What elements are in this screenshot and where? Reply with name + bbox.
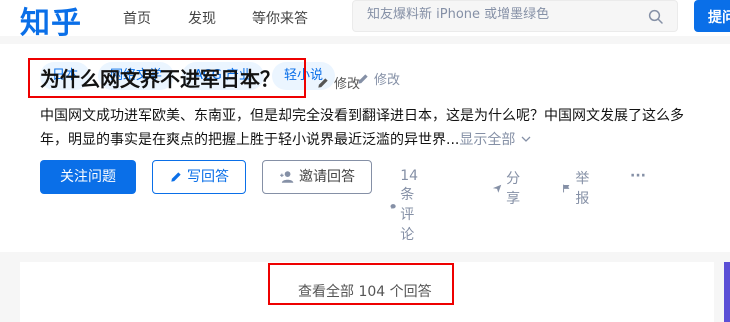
share-label: 分享 (506, 171, 521, 207)
comment-icon (390, 203, 396, 209)
flag-icon (563, 184, 570, 192)
nav-waiting-answers[interactable]: 等你来答 (252, 8, 308, 28)
comments-button[interactable]: 14 条评论 (390, 168, 427, 244)
more-options-button[interactable]: ··· (630, 168, 646, 184)
edit-title-label: 修改 (334, 77, 361, 92)
comments-label: 14 条评论 (400, 168, 419, 243)
show-all-label: 显示全部 (459, 132, 516, 148)
report-label: 举报 (575, 171, 590, 207)
nav-explore[interactable]: 发现 (188, 8, 216, 28)
edit-topics-label: 修改 (374, 73, 401, 88)
ask-question-button[interactable]: 提问 (694, 0, 730, 32)
share-icon (492, 184, 502, 193)
report-button[interactable]: 举报 (562, 168, 594, 208)
share-button[interactable]: 分享 (492, 168, 525, 208)
question-title: 为什么网文界不进军日本？ (40, 67, 280, 91)
invite-answer-button[interactable]: 邀请回答 (262, 160, 372, 194)
nav-home[interactable]: 首页 (123, 8, 151, 28)
invite-answer-label: 邀请回答 (299, 169, 355, 185)
description-text: 中国网文成功进军欧美、东南亚，但是却完全没看到翻译进日本，这是为什么呢？中国网文… (40, 108, 684, 148)
search-icon[interactable] (647, 8, 665, 26)
write-answer-label: 写回答 (187, 169, 229, 185)
pencil-icon (171, 172, 181, 182)
question-description: 中国网文成功进军欧美、东南亚，但是却完全没看到翻译进日本，这是为什么呢？中国网文… (40, 104, 710, 152)
write-answer-button[interactable]: 写回答 (152, 160, 246, 194)
follow-question-button[interactable]: 关注问题 (40, 160, 136, 194)
sidebar-card-edge (724, 262, 730, 322)
show-all-button[interactable]: 显示全部 (459, 132, 531, 148)
search-box (352, 0, 678, 32)
view-all-answers-link[interactable]: 查看全部 104 个回答 (298, 281, 432, 301)
edit-title-button[interactable]: 修改 (316, 73, 360, 92)
chevron-down-icon (521, 136, 531, 142)
top-navigation-bar: 知乎 首页 发现 等你来答 提问 (0, 0, 730, 41)
edit-topics-button[interactable]: 修改 (356, 69, 400, 88)
search-input[interactable] (367, 7, 647, 22)
pencil-icon (318, 77, 328, 88)
zhihu-logo[interactable]: 知乎 (20, 0, 82, 42)
add-user-icon (280, 171, 294, 183)
